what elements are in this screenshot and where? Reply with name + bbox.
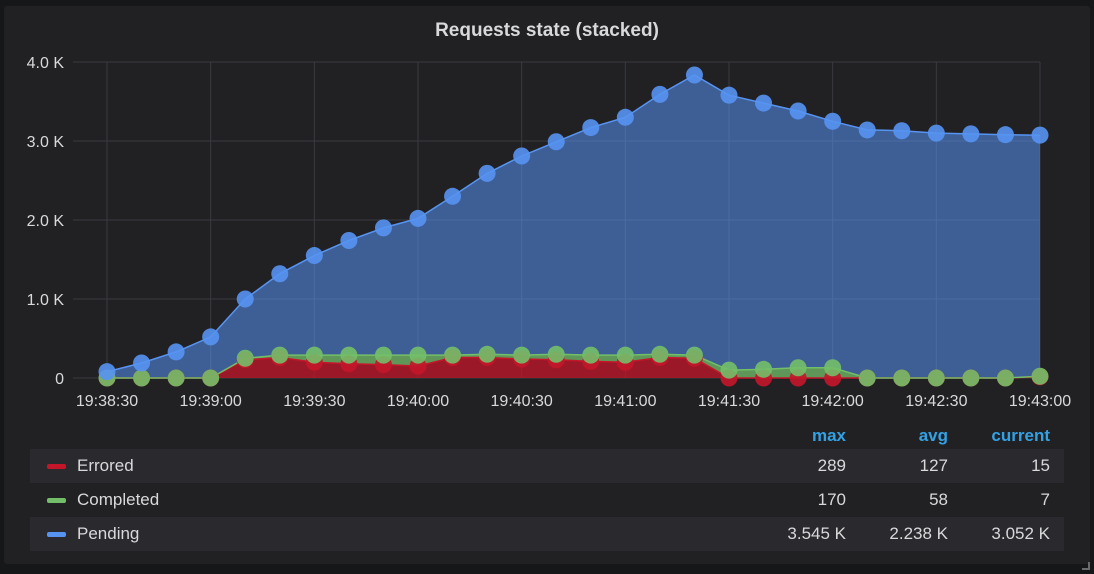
point-pending <box>444 187 462 205</box>
legend-avg: 2.238 K <box>889 524 948 543</box>
y-tick-label: 1.0 K <box>27 292 65 309</box>
legend-header-avg[interactable]: avg <box>880 426 948 446</box>
y-tick-label: 0 <box>55 371 64 388</box>
legend-avg: 58 <box>929 490 948 509</box>
point-completed <box>444 346 462 364</box>
point-pending <box>616 108 634 126</box>
point-completed <box>305 346 323 364</box>
point-pending <box>651 85 669 103</box>
point-pending <box>98 363 116 381</box>
point-pending <box>409 209 427 227</box>
legend-header-current[interactable]: current <box>970 426 1050 446</box>
legend-current: 7 <box>1040 490 1050 509</box>
x-tick-label: 19:40:30 <box>491 393 553 410</box>
y-tick-label: 3.0 K <box>27 134 65 151</box>
x-tick-label: 19:41:30 <box>698 393 760 410</box>
legend-max: 289 <box>817 456 846 475</box>
point-completed <box>582 346 600 364</box>
legend-avg: 127 <box>919 456 948 475</box>
point-pending <box>685 66 703 84</box>
point-completed <box>478 345 496 363</box>
point-completed <box>651 345 669 363</box>
point-pending <box>340 232 358 250</box>
legend-max: 170 <box>817 490 846 509</box>
legend-max: 3.545 K <box>787 524 846 543</box>
x-tick-label: 19:38:30 <box>76 393 138 410</box>
point-completed <box>409 346 427 364</box>
legend-current: 15 <box>1031 456 1050 475</box>
legend-label[interactable]: Pending <box>77 524 139 544</box>
point-pending <box>305 247 323 265</box>
legend-row-pending[interactable]: Pending 3.545 K 2.238 K 3.052 K <box>30 517 1064 551</box>
x-tick-label: 19:40:00 <box>387 393 449 410</box>
point-pending <box>513 147 531 165</box>
x-tick-label: 19:42:00 <box>802 393 864 410</box>
point-pending <box>582 119 600 137</box>
point-pending <box>133 354 151 372</box>
resize-handle-icon[interactable] <box>1082 562 1090 570</box>
point-pending <box>755 94 773 112</box>
legend-header-max[interactable]: max <box>790 426 846 446</box>
point-pending <box>789 102 807 120</box>
x-tick-label: 19:41:00 <box>594 393 656 410</box>
pending-swatch-icon[interactable] <box>47 532 66 537</box>
point-completed <box>167 369 185 387</box>
legend-label[interactable]: Errored <box>77 456 134 476</box>
x-tick-label: 19:39:00 <box>180 393 242 410</box>
point-pending <box>858 121 876 139</box>
point-completed <box>340 346 358 364</box>
area-pending <box>107 75 1040 378</box>
legend-row-completed[interactable]: Completed 170 58 7 <box>30 483 1064 517</box>
point-pending <box>374 219 392 237</box>
errored-swatch-icon[interactable] <box>47 464 66 469</box>
point-pending <box>478 164 496 182</box>
point-completed <box>858 369 876 387</box>
point-completed <box>547 345 565 363</box>
x-tick-label: 19:39:30 <box>283 393 345 410</box>
point-pending <box>927 124 945 142</box>
point-completed <box>616 346 634 364</box>
point-completed <box>824 359 842 377</box>
point-pending <box>236 290 254 308</box>
x-tick-label: 19:43:00 <box>1009 393 1071 410</box>
point-completed <box>996 369 1014 387</box>
point-completed <box>374 346 392 364</box>
point-pending <box>962 125 980 143</box>
point-pending <box>202 328 220 346</box>
point-pending <box>996 126 1014 144</box>
point-completed <box>236 349 254 367</box>
point-pending <box>893 122 911 140</box>
point-completed <box>271 346 289 364</box>
point-completed <box>720 361 738 379</box>
point-completed <box>1031 367 1049 385</box>
y-tick-label: 4.0 K <box>27 55 65 72</box>
point-completed <box>962 369 980 387</box>
point-pending <box>720 86 738 104</box>
legend-row-errored[interactable]: Errored 289 127 15 <box>30 449 1064 483</box>
point-completed <box>755 360 773 378</box>
legend-label[interactable]: Completed <box>77 490 159 510</box>
point-pending <box>547 133 565 151</box>
point-completed <box>927 369 945 387</box>
point-completed <box>513 346 531 364</box>
point-pending <box>271 265 289 283</box>
point-pending <box>824 112 842 130</box>
x-tick-label: 19:42:30 <box>905 393 967 410</box>
point-pending <box>1031 126 1049 144</box>
legend-current: 3.052 K <box>991 524 1050 543</box>
chart-area: 0 1.0 K 2.0 K 3.0 K 4.0 K 19:38:30 19:39:00 19:… <box>27 55 1072 410</box>
y-tick-label: 2.0 K <box>27 213 65 230</box>
point-completed <box>202 369 220 387</box>
point-completed <box>789 359 807 377</box>
point-completed <box>685 346 703 364</box>
point-pending <box>167 343 185 361</box>
point-completed <box>133 369 151 387</box>
completed-swatch-icon[interactable] <box>47 498 66 503</box>
point-completed <box>893 369 911 387</box>
